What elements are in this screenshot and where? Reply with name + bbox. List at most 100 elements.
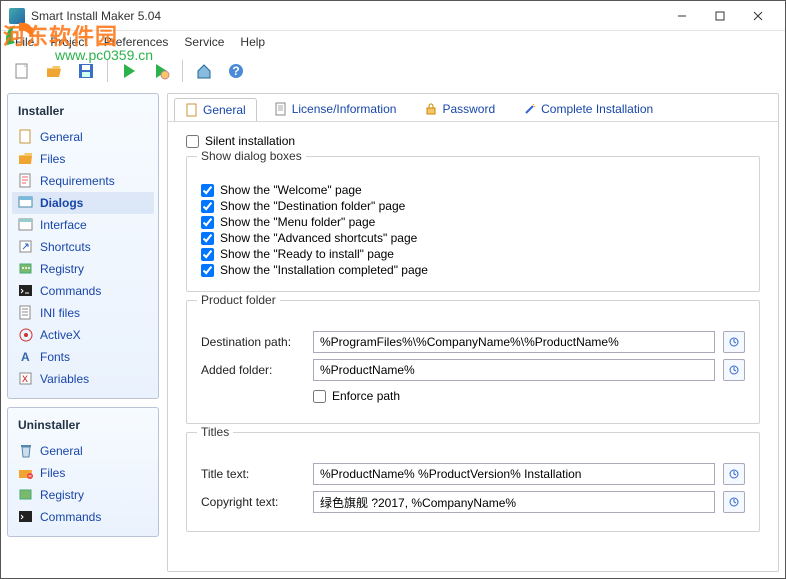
svg-text:A: A: [21, 350, 30, 364]
tab-label: Complete Installation: [541, 102, 653, 116]
title-text-button[interactable]: [723, 463, 745, 485]
welcome-checkbox[interactable]: [201, 184, 214, 197]
added-folder-browse-button[interactable]: [723, 359, 745, 381]
help-button[interactable]: ?: [223, 58, 249, 84]
check-welcome[interactable]: Show the "Welcome" page: [201, 183, 745, 197]
menu-preferences[interactable]: Preferences: [98, 33, 175, 51]
main-panel: General License/Information Password Com…: [167, 93, 779, 572]
tab-password[interactable]: Password: [413, 97, 506, 120]
sidebar-item-label: General: [40, 130, 83, 144]
menu-help[interactable]: Help: [234, 33, 271, 51]
enforce-checkbox[interactable]: [313, 390, 326, 403]
sidebar-item-label: Dialogs: [40, 196, 83, 210]
app-icon: [9, 8, 25, 24]
sidebar-item-registry[interactable]: Registry: [12, 258, 154, 280]
check-completed[interactable]: Show the "Installation completed" page: [201, 263, 745, 277]
check-label: Show the "Installation completed" page: [220, 263, 428, 277]
menu-project[interactable]: Project: [44, 33, 93, 51]
sidebar-item-label: INI files: [40, 306, 80, 320]
sidebar-item-general[interactable]: General: [12, 126, 154, 148]
close-button[interactable]: [739, 2, 777, 30]
tab-license[interactable]: License/Information: [263, 97, 408, 120]
check-destination[interactable]: Show the "Destination folder" page: [201, 199, 745, 213]
dest-path-browse-button[interactable]: [723, 331, 745, 353]
check-menu[interactable]: Show the "Menu folder" page: [201, 215, 745, 229]
sidebar-item-label: Registry: [40, 488, 84, 502]
enforce-path-check[interactable]: Enforce path: [313, 389, 400, 403]
toolbar-divider: [107, 60, 108, 82]
sidebar-item-commands[interactable]: Commands: [12, 280, 154, 302]
titles-title: Titles: [197, 425, 233, 439]
sidebar-item-label: Interface: [40, 218, 87, 232]
destination-checkbox[interactable]: [201, 200, 214, 213]
title-text-input[interactable]: [313, 463, 715, 485]
sidebar-item-un-general[interactable]: General: [12, 440, 154, 462]
sidebar-item-label: ActiveX: [40, 328, 81, 342]
installer-panel: Installer General Files Requirements Dia…: [7, 93, 159, 399]
menu-file[interactable]: File: [9, 33, 40, 51]
sidebar-item-files[interactable]: Files: [12, 148, 154, 170]
added-folder-input[interactable]: [313, 359, 715, 381]
sidebar-item-shortcuts[interactable]: Shortcuts: [12, 236, 154, 258]
sidebar-item-label: Requirements: [40, 174, 115, 188]
sidebar-item-label: Registry: [40, 262, 84, 276]
tab-complete[interactable]: Complete Installation: [512, 97, 664, 120]
sidebar-item-variables[interactable]: x Variables: [12, 368, 154, 390]
minimize-button[interactable]: [663, 2, 701, 30]
build-test-button[interactable]: [148, 58, 174, 84]
show-dialogs-title: Show dialog boxes: [197, 149, 306, 163]
completed-checkbox[interactable]: [201, 264, 214, 277]
doc-icon: [274, 102, 288, 116]
note-icon: [18, 173, 34, 189]
silent-label: Silent installation: [205, 134, 295, 148]
save-button[interactable]: [73, 58, 99, 84]
menu-checkbox[interactable]: [201, 216, 214, 229]
new-button[interactable]: [9, 58, 35, 84]
title-text-label: Title text:: [201, 467, 305, 481]
copyright-input[interactable]: [313, 491, 715, 513]
page-icon: [18, 129, 34, 145]
dest-path-input[interactable]: [313, 331, 715, 353]
tab-label: Password: [442, 102, 495, 116]
check-label: Show the "Welcome" page: [220, 183, 362, 197]
sidebar-item-label: Commands: [40, 510, 101, 524]
folder-delete-icon: [18, 465, 34, 481]
check-label: Show the "Menu folder" page: [220, 215, 375, 229]
run-button[interactable]: [116, 58, 142, 84]
uninstaller-panel: Uninstaller General Files Registry Comma…: [7, 407, 159, 537]
menu-service[interactable]: Service: [178, 33, 230, 51]
copyright-label: Copyright text:: [201, 495, 305, 509]
check-ready[interactable]: Show the "Ready to install" page: [201, 247, 745, 261]
sidebar-item-ini[interactable]: INI files: [12, 302, 154, 324]
sidebar-item-dialogs[interactable]: Dialogs: [12, 192, 154, 214]
maximize-button[interactable]: [701, 2, 739, 30]
sidebar-item-un-files[interactable]: Files: [12, 462, 154, 484]
sidebar-item-fonts[interactable]: A Fonts: [12, 346, 154, 368]
sidebar-item-activex[interactable]: ActiveX: [12, 324, 154, 346]
silent-checkbox[interactable]: [186, 135, 199, 148]
open-button[interactable]: [41, 58, 67, 84]
sidebar-item-requirements[interactable]: Requirements: [12, 170, 154, 192]
copyright-button[interactable]: [723, 491, 745, 513]
svg-text:x: x: [22, 371, 28, 385]
sidebar-item-un-commands[interactable]: Commands: [12, 506, 154, 528]
check-advanced[interactable]: Show the "Advanced shortcuts" page: [201, 231, 745, 245]
sidebar-item-label: Fonts: [40, 350, 70, 364]
silent-install-check[interactable]: Silent installation: [186, 134, 760, 148]
registry-icon: [18, 487, 34, 503]
sidebar-item-un-registry[interactable]: Registry: [12, 484, 154, 506]
ready-checkbox[interactable]: [201, 248, 214, 261]
sidebar-item-interface[interactable]: Interface: [12, 214, 154, 236]
tab-label: License/Information: [292, 102, 397, 116]
toolbar: ?: [1, 53, 785, 89]
advanced-checkbox[interactable]: [201, 232, 214, 245]
folder-icon: [18, 151, 34, 167]
tab-general[interactable]: General: [174, 98, 257, 121]
product-folder-group: Product folder Destination path: Added f…: [186, 300, 760, 424]
home-button[interactable]: [191, 58, 217, 84]
titlebar: Smart Install Maker 5.04: [1, 1, 785, 31]
tab-label: General: [203, 103, 246, 117]
registry-icon: [18, 261, 34, 277]
dest-path-label: Destination path:: [201, 335, 305, 349]
sidebar-item-label: Variables: [40, 372, 89, 386]
